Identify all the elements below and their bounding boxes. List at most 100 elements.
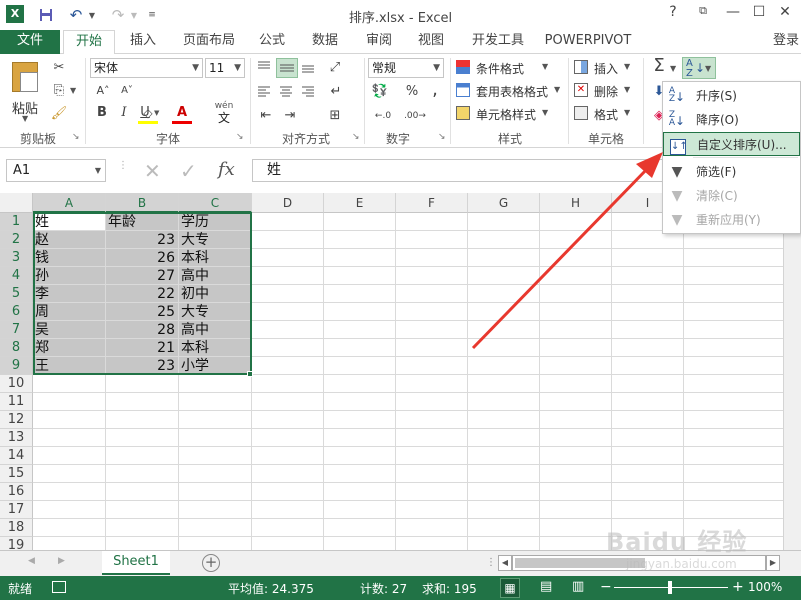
tab-insert[interactable]: 插入	[122, 30, 164, 54]
number-format-select[interactable]: 常规 ▼	[368, 58, 444, 78]
format-painter-icon[interactable]: 🖌	[48, 104, 70, 124]
fill-handle[interactable]	[247, 371, 253, 377]
fill-color-button[interactable]: ◇	[138, 104, 158, 124]
wen-phonetic-button[interactable]: wén 文	[212, 102, 236, 126]
delete-cells-button[interactable]: ✕ 删除 ▼	[574, 81, 646, 101]
row-header-6[interactable]: 6	[0, 303, 33, 321]
menu-item-clear-filter[interactable]: ▼ 清除(C)	[663, 184, 800, 208]
vertical-scrollbar[interactable]	[783, 213, 801, 550]
align-left-icon[interactable]	[256, 84, 274, 100]
orientation-icon[interactable]: ⤢	[324, 58, 346, 78]
menu-item-sort-descending[interactable]: Z A↓ 降序(O)	[663, 108, 800, 132]
hscroll-handle[interactable]: ⋮	[486, 557, 496, 568]
tab-home[interactable]: 开始	[63, 30, 115, 55]
increase-indent-icon[interactable]: ⇥	[280, 106, 300, 126]
zoom-slider-thumb[interactable]	[668, 581, 672, 594]
conditional-formatting-button[interactable]: 条件格式 ▼	[456, 58, 566, 78]
menu-item-custom-sort[interactable]: ↓↑ 自定义排序(U)...	[663, 132, 800, 156]
paste-button[interactable]: 粘贴 ▼	[8, 60, 44, 123]
tab-view[interactable]: 视图	[410, 30, 452, 54]
row-header-14[interactable]: 14	[0, 447, 33, 465]
sheet-tab-sheet1[interactable]: Sheet1	[102, 551, 170, 575]
copy-dropdown-icon[interactable]: ▼	[70, 86, 76, 95]
row-header-17[interactable]: 17	[0, 501, 33, 519]
row-header-1[interactable]: 1	[0, 213, 33, 231]
page-layout-view-icon[interactable]: ▤	[540, 579, 552, 594]
row-header-7[interactable]: 7	[0, 321, 33, 339]
row-header-10[interactable]: 10	[0, 375, 33, 393]
percent-style-button[interactable]: %	[402, 82, 422, 102]
menu-item-filter[interactable]: ▼ 筛选(F)	[663, 160, 800, 184]
minimize-button[interactable]: —	[720, 4, 746, 24]
column-header-d[interactable]: D	[252, 193, 324, 213]
new-sheet-button[interactable]: +	[202, 554, 220, 572]
column-header-g[interactable]: G	[468, 193, 540, 213]
merge-center-icon[interactable]: ⊞	[324, 106, 346, 126]
wrap-text-icon[interactable]: ↵	[326, 82, 346, 102]
page-break-view-icon[interactable]: ▥	[572, 579, 584, 594]
normal-view-icon[interactable]: ▦	[500, 578, 520, 598]
row-header-5[interactable]: 5	[0, 285, 33, 303]
tab-data[interactable]: 数据	[304, 30, 346, 54]
column-header-c[interactable]: C	[179, 193, 252, 213]
name-box[interactable]: A1 ▼	[6, 159, 106, 182]
hscroll-left-button[interactable]: ◀	[498, 555, 512, 571]
tab-page-layout[interactable]: 页面布局	[176, 30, 242, 54]
font-color-button[interactable]: A	[172, 104, 192, 124]
accounting-format-icon[interactable]: 💱	[368, 82, 392, 102]
login-link[interactable]: 登录	[770, 30, 801, 54]
maximize-button[interactable]: ☐	[746, 4, 772, 24]
formula-bar-handle[interactable]: ⋮	[118, 161, 128, 179]
decrease-indent-icon[interactable]: ⇤	[256, 106, 276, 126]
number-dialog-launcher-icon[interactable]: ↘	[438, 132, 446, 142]
format-cells-button[interactable]: 格式 ▼	[574, 104, 646, 124]
tab-review[interactable]: 审阅	[358, 30, 400, 54]
align-right-icon[interactable]	[300, 84, 318, 100]
decrease-decimal-button[interactable]: .00→	[402, 106, 428, 126]
scroll-sheets-right-icon[interactable]: ▶	[58, 556, 65, 566]
tab-formulas[interactable]: 公式	[252, 30, 292, 54]
worksheet-grid[interactable]: ABCDEFGHI 1 2 3 4 5 6 7 8 9 10 11 12 13 14 15 16 17 18 19 …	[0, 193, 801, 550]
row-header-12[interactable]: 12	[0, 411, 33, 429]
insert-cells-button[interactable]: 插入 ▼	[574, 58, 646, 78]
scroll-sheets-left-icon[interactable]: ◀	[28, 556, 35, 566]
tab-file[interactable]: 文件	[0, 30, 60, 54]
column-header-b[interactable]: B	[106, 193, 179, 213]
sort-filter-button[interactable]: AZ ↓ ▼	[682, 57, 716, 79]
font-size-select[interactable]: 11 ▼	[205, 58, 245, 78]
autosum-dropdown-icon[interactable]: ▼	[670, 64, 676, 73]
cell-styles-button[interactable]: 单元格样式 ▼	[456, 104, 566, 124]
insert-function-button[interactable]: fx	[218, 159, 235, 180]
zoom-level[interactable]: 100%	[748, 580, 782, 594]
macro-record-icon[interactable]	[52, 581, 66, 593]
row-header-11[interactable]: 11	[0, 393, 33, 411]
row-header-18[interactable]: 18	[0, 519, 33, 537]
align-center-icon[interactable]	[278, 84, 296, 100]
increase-font-icon[interactable]: A˄	[92, 81, 114, 101]
menu-item-sort-ascending[interactable]: A Z↓ 升序(S)	[663, 84, 800, 108]
comma-style-button[interactable]: ,	[426, 80, 444, 100]
font-dialog-launcher-icon[interactable]: ↘	[236, 132, 244, 142]
column-header-e[interactable]: E	[324, 193, 396, 213]
select-all-button[interactable]	[0, 193, 33, 213]
cancel-icon[interactable]: ✕	[144, 159, 161, 183]
format-as-table-button[interactable]: 套用表格格式 ▼	[456, 81, 566, 101]
align-top-icon[interactable]	[256, 60, 274, 76]
increase-decimal-button[interactable]: ←.0	[370, 106, 396, 126]
row-header-2[interactable]: 2	[0, 231, 33, 249]
row-header-16[interactable]: 16	[0, 483, 33, 501]
row-header-13[interactable]: 13	[0, 429, 33, 447]
column-header-a[interactable]: A	[33, 193, 106, 213]
align-bottom-icon[interactable]	[300, 60, 318, 76]
row-header-15[interactable]: 15	[0, 465, 33, 483]
clipboard-dialog-launcher-icon[interactable]: ↘	[72, 132, 80, 142]
row-header-8[interactable]: 8	[0, 339, 33, 357]
row-header-4[interactable]: 4	[0, 267, 33, 285]
menu-item-reapply[interactable]: ▼ 重新应用(Y)	[663, 208, 800, 232]
cut-icon[interactable]: ✂	[48, 58, 70, 78]
bold-button[interactable]: B	[92, 103, 112, 123]
row-header-3[interactable]: 3	[0, 249, 33, 267]
close-button[interactable]: ✕	[772, 4, 798, 24]
tab-powerpivot[interactable]: POWERPIVOT	[540, 30, 636, 54]
paste-dropdown-icon[interactable]: ▼	[22, 114, 28, 123]
